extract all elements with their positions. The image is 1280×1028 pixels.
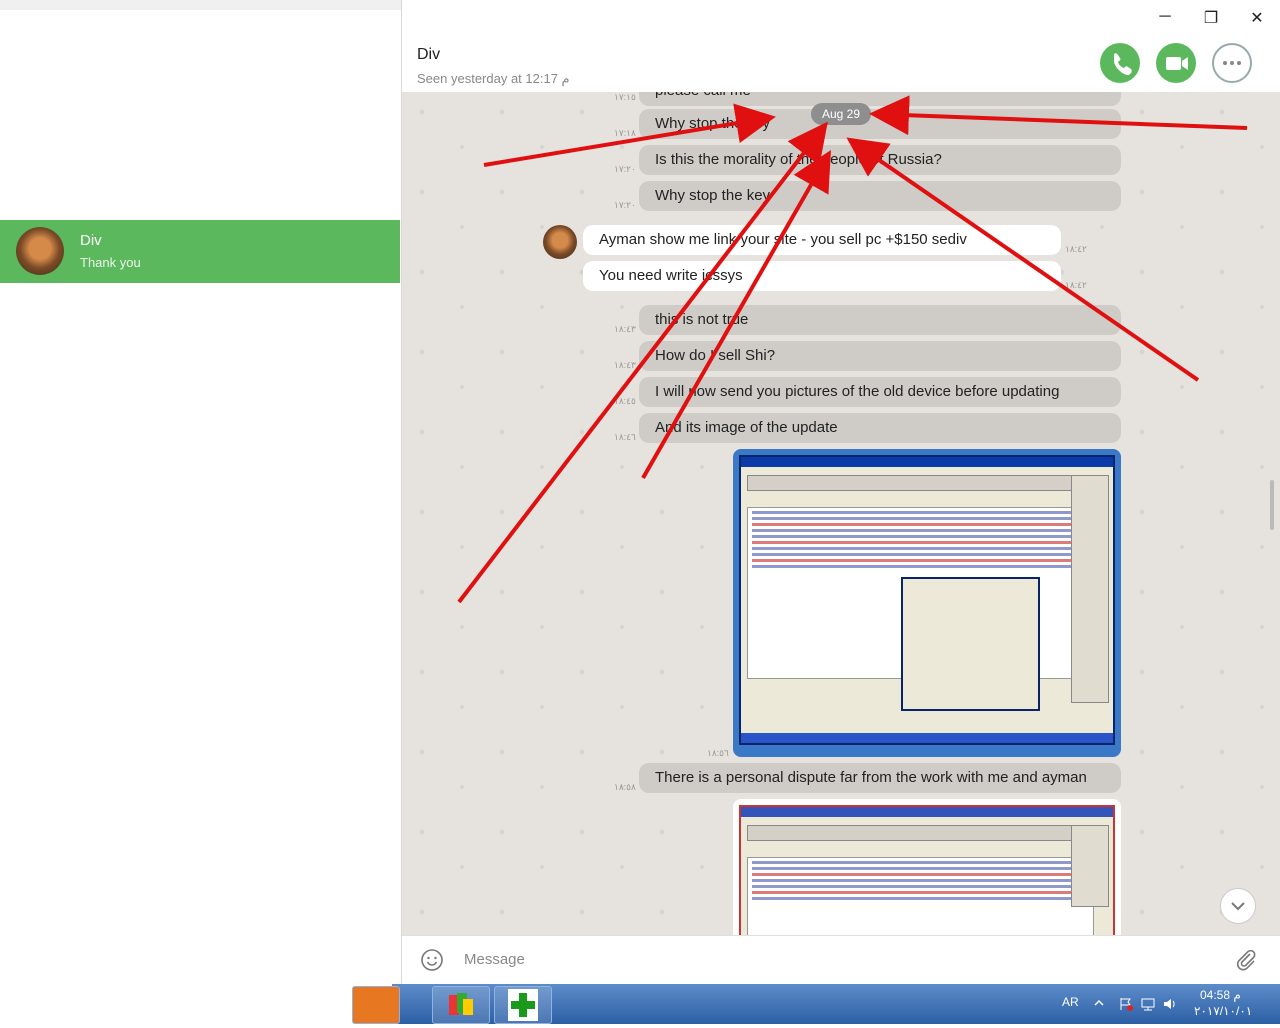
taskbar-app-button[interactable] (352, 986, 400, 1024)
window-titlebar: ─ ❐ ✕ (402, 0, 1280, 36)
desktop-strip (0, 984, 392, 1024)
chat-list-item-div[interactable]: Div Thank you (0, 220, 400, 283)
windows-taskbar: AR 04:58 م ٢٠١٧/١٠/٠١ (352, 984, 1280, 1024)
message-bubble[interactable]: Is this the morality of the people of Ru… (639, 145, 1121, 175)
message-bubble[interactable]: I will now send you pictures of the old … (639, 377, 1121, 407)
conversation-header: Div Seen yesterday at 12:17 م (402, 36, 1280, 92)
show-hidden-icons-icon[interactable] (1094, 998, 1104, 1008)
message-bubble[interactable]: There is a personal dispute far from the… (639, 763, 1121, 793)
more-options-button[interactable] (1212, 43, 1252, 83)
video-call-button[interactable] (1156, 43, 1196, 83)
paperclip-icon[interactable] (1234, 948, 1258, 972)
message-time: ١٨:٤٥ (614, 396, 636, 406)
green-cross-icon (508, 989, 538, 1021)
screenshot-dialog (901, 577, 1040, 711)
screenshot-toolbar (747, 825, 1073, 841)
message-bubble[interactable]: Why stop the key (639, 181, 1121, 211)
conversation-pane: ─ ❐ ✕ Div Seen yesterday at 12:17 م plea… (401, 0, 1280, 985)
phone-icon (1113, 53, 1132, 76)
taskbar-app-button[interactable] (432, 986, 490, 1024)
chat-item-name: Div (80, 232, 102, 249)
network-app-icon (449, 993, 473, 1015)
minimize-button[interactable]: ─ (1150, 8, 1180, 28)
network-icon[interactable] (1140, 996, 1156, 1012)
action-center-flag-icon[interactable] (1118, 996, 1134, 1012)
message-composer: Message (402, 935, 1280, 985)
message-time: ١٨:٤٣ (614, 360, 636, 370)
screenshot-window (739, 805, 1115, 935)
message-time: ١٨:٤٢ (1065, 244, 1087, 254)
volume-icon[interactable] (1162, 996, 1178, 1012)
screenshot-statusbar (741, 733, 1113, 743)
screenshot-titlebar (741, 807, 1113, 817)
call-button[interactable] (1100, 43, 1140, 83)
screenshot-window (739, 455, 1115, 745)
message-time: ١٨:٥٦ (707, 748, 729, 758)
message-input[interactable]: Message (464, 951, 525, 968)
language-indicator[interactable]: AR (1062, 995, 1079, 1009)
message-bubble[interactable]: this is not true (639, 305, 1121, 335)
image-message[interactable] (733, 799, 1121, 935)
screenshot-log (747, 857, 1094, 935)
restore-button[interactable]: ❐ (1196, 8, 1226, 28)
message-bubble[interactable]: And its image of the update (639, 413, 1121, 443)
clock-time[interactable]: 04:58 م (1200, 988, 1241, 1002)
date-separator: Aug 29 (811, 103, 872, 125)
message-time: ١٨:٤٣ (614, 324, 636, 334)
close-button[interactable]: ✕ (1242, 8, 1272, 28)
message-bubble-incoming[interactable]: You need write icssys (583, 261, 1061, 291)
sender-avatar[interactable] (543, 225, 577, 259)
message-list[interactable]: please call me ١٧:١٥ Why stop the key ١٧… (402, 92, 1280, 935)
message-bubble[interactable]: How do I sell Shi? (639, 341, 1121, 371)
more-icon (1223, 61, 1241, 65)
avatar (16, 227, 64, 275)
scrollbar-thumb[interactable] (1270, 480, 1274, 530)
message-time: ١٧:١٨ (614, 128, 636, 138)
message-bubble[interactable]: Why stop the key (639, 109, 1121, 139)
chat-list-sidebar: Div Thank you (0, 10, 401, 984)
message-time: ١٧:١٥ (614, 92, 636, 102)
message-time: ١٧:٢٠ (614, 164, 636, 174)
message-time: ١٨:٥٨ (614, 782, 636, 792)
clock-date[interactable]: ٢٠١٧/١٠/٠١ (1194, 1004, 1252, 1018)
chat-item-preview: Thank you (80, 255, 141, 270)
message-time: ١٧:٢٠ (614, 200, 636, 210)
chevron-down-icon (1231, 902, 1245, 911)
last-seen-status: Seen yesterday at 12:17 م (417, 71, 570, 86)
message-time: ١٨:٤٢ (1065, 280, 1087, 290)
image-message[interactable] (733, 449, 1121, 757)
video-icon (1166, 57, 1188, 70)
message-bubble[interactable]: please call me (639, 92, 1121, 106)
emoji-icon[interactable] (420, 948, 444, 972)
message-time: ١٨:٤٦ (614, 432, 636, 442)
contact-name[interactable]: Div (417, 46, 440, 64)
screenshot-sidepanel (1071, 475, 1109, 703)
message-bubble-incoming[interactable]: Ayman show me link your site - you sell … (583, 225, 1061, 255)
scroll-to-bottom-button[interactable] (1220, 888, 1256, 924)
screenshot-toolbar (747, 475, 1073, 491)
screenshot-sidepanel (1071, 825, 1109, 907)
taskbar-app-button[interactable] (494, 986, 552, 1024)
screenshot-titlebar (741, 457, 1113, 467)
